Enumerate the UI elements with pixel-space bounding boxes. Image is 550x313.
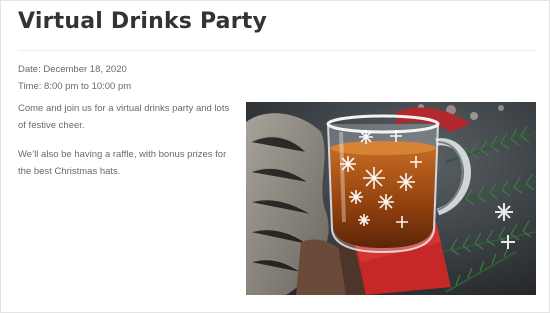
- event-date: Date: December 18, 2020: [18, 64, 127, 75]
- tea-mug-illustration: [246, 102, 536, 295]
- raffle-paragraph: We’ll also be having a raffle, with bonu…: [18, 149, 227, 177]
- description-paragraph: Come and join us for a virtual drinks pa…: [18, 103, 230, 131]
- page-title: Virtual Drinks Party: [18, 9, 268, 34]
- event-page: Virtual Drinks Party Date: December 18, …: [0, 0, 550, 313]
- event-time: Time: 8:00 pm to 10:00 pm: [18, 81, 132, 92]
- title-divider: [18, 50, 535, 51]
- event-image: [246, 102, 536, 295]
